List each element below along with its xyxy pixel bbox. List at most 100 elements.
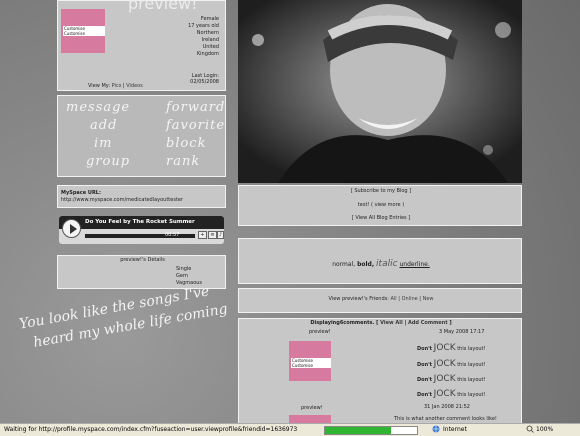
info-country: United bbox=[202, 44, 219, 50]
details-rows: Single Gem Vagmaous bbox=[176, 266, 202, 287]
videos-link[interactable]: Videos bbox=[126, 83, 143, 89]
profile-title: preview! bbox=[128, 0, 198, 13]
profile-photo[interactable]: Customise Customise bbox=[61, 9, 105, 53]
view-all-blog-label: View All Blog Entries bbox=[355, 215, 407, 221]
comment-this-layout: this layout! bbox=[457, 377, 486, 383]
info-region2: Ireland bbox=[201, 37, 219, 43]
comment-text-2: This is what another comment looks like! bbox=[394, 416, 497, 422]
list-icon[interactable]: ≡ bbox=[208, 231, 217, 239]
url-value[interactable]: http://www.myspace.com/medicatedlayoutte… bbox=[61, 197, 183, 203]
song-info: Do You Feel by The Rocket Summer bbox=[85, 219, 195, 225]
last-login-date: 02/05/2008 bbox=[190, 79, 219, 85]
song-artist: by The Rocket Summer bbox=[123, 219, 195, 225]
forward-link[interactable]: forward bbox=[166, 100, 225, 115]
contact-box: message forward add favorite im block gr… bbox=[57, 95, 226, 177]
comment-photo-label: Customise Customise bbox=[291, 358, 331, 368]
friends-box: View preview!'s Friends: All | Online | … bbox=[238, 288, 522, 313]
comment-dont: Don't bbox=[417, 377, 433, 383]
im-link[interactable]: im bbox=[94, 136, 113, 151]
friends-links: View preview!'s Friends: All | Online | … bbox=[328, 296, 434, 302]
play-button[interactable] bbox=[62, 219, 81, 238]
view-all-blog-link[interactable]: [ View All Blog Entries ] bbox=[239, 215, 523, 221]
view-my-label: View My: bbox=[88, 83, 111, 89]
info-age: 17 years old bbox=[188, 23, 219, 29]
profile-info: Female 17 years old Northern Ireland Uni… bbox=[188, 16, 219, 58]
comment-this-layout: this layout! bbox=[457, 346, 486, 352]
blog-entry-title[interactable]: test! bbox=[358, 202, 370, 208]
add-icon[interactable]: + bbox=[198, 231, 207, 239]
music-player: Do You Feel by The Rocket Summer 00:57 +… bbox=[59, 216, 224, 244]
comment-this-layout: this layout! bbox=[457, 392, 486, 398]
friends-all-link[interactable]: All bbox=[391, 296, 397, 302]
player-time: 00:57 bbox=[165, 232, 180, 238]
block-link[interactable]: block bbox=[166, 136, 206, 151]
comment-date: 3 May 2008 17:17 bbox=[439, 329, 485, 335]
hero-photo bbox=[238, 0, 522, 183]
view-my: View My: Pics | Videos bbox=[88, 83, 143, 89]
comment-author[interactable]: preview! bbox=[301, 405, 323, 411]
comment-dont: Don't bbox=[417, 392, 433, 398]
comment-this-layout: this layout! bbox=[457, 362, 486, 368]
comments-box: Displaying6comments. [ View All | Add Co… bbox=[238, 318, 522, 426]
sample-normal: normal, bbox=[332, 261, 356, 268]
browser-status-bar: Waiting for http://profile.myspace.com/i… bbox=[0, 423, 580, 436]
add-comment-link[interactable]: Add Comment bbox=[408, 320, 448, 326]
info-country2: Kingdom bbox=[196, 51, 219, 57]
view-more-link[interactable]: view more bbox=[375, 202, 401, 208]
comment-jock: JOCK bbox=[433, 374, 456, 384]
favorite-link[interactable]: favorite bbox=[166, 118, 225, 133]
music-note-icon[interactable]: ♪ bbox=[217, 231, 224, 239]
url-box: MySpace URL: http://www.myspace.com/medi… bbox=[57, 185, 226, 208]
status-box: normal, bold, italic underline. bbox=[238, 238, 522, 284]
security-zone: Internet bbox=[443, 426, 467, 433]
status-message: Waiting for http://profile.myspace.com/i… bbox=[4, 426, 298, 433]
photo-label: Customise Customise bbox=[63, 26, 105, 36]
blog-entry: test! ( view more ) bbox=[357, 202, 405, 208]
subscribe-blog-link[interactable]: [ Subscribe to my Blog ] bbox=[239, 188, 523, 194]
details-here-for: Gem bbox=[176, 273, 188, 279]
info-region: Northern bbox=[196, 30, 219, 36]
group-link[interactable]: group bbox=[86, 154, 130, 169]
comment-author[interactable]: preview! bbox=[309, 329, 331, 335]
rank-link[interactable]: rank bbox=[166, 154, 200, 169]
view-all-comments-link[interactable]: View All bbox=[380, 320, 403, 326]
hero-illustration bbox=[238, 0, 522, 183]
comment-jock: JOCK bbox=[433, 343, 456, 353]
internet-globe-icon bbox=[432, 425, 440, 433]
last-login: Last Login: 02/05/2008 bbox=[190, 73, 219, 85]
sample-underline: underline. bbox=[399, 261, 430, 268]
formatting-sample: normal, bold, italic underline. bbox=[239, 259, 523, 269]
zoom-icon[interactable] bbox=[526, 425, 534, 433]
comment-line-2: Don't JOCK this layout! bbox=[417, 359, 486, 369]
comment-line-4: Don't JOCK this layout! bbox=[417, 389, 486, 399]
comment-line-1: Don't JOCK this layout! bbox=[417, 343, 486, 353]
send-message-link[interactable]: message bbox=[66, 100, 130, 115]
sample-italic: italic bbox=[376, 259, 398, 269]
load-progress-fill bbox=[325, 427, 392, 434]
comments-heading-suffix: comments. bbox=[343, 320, 375, 326]
friends-new-link[interactable]: New bbox=[423, 296, 434, 302]
details-status: Single bbox=[176, 266, 192, 272]
comment-date: 31 Jan 2008 21:52 bbox=[424, 404, 470, 410]
details-heading: preview!'s Details bbox=[120, 257, 165, 263]
subscribe-blog-label: Subscribe to my Blog bbox=[354, 188, 408, 194]
profile-box: preview! Customise Customise Female 17 y… bbox=[57, 0, 226, 91]
player-title-bar: Do You Feel by The Rocket Summer bbox=[59, 216, 224, 229]
comment-author-photo[interactable]: Customise Customise bbox=[289, 341, 331, 381]
comments-heading-label: Displaying bbox=[310, 320, 340, 326]
comment-line-3: Don't JOCK this layout! bbox=[417, 374, 486, 384]
comment-jock: JOCK bbox=[433, 359, 456, 369]
comment-jock: JOCK bbox=[433, 389, 456, 399]
add-friend-link[interactable]: add bbox=[90, 118, 117, 133]
comments-heading: Displaying6comments. [ View All | Add Co… bbox=[310, 320, 452, 326]
comment-dont: Don't bbox=[417, 362, 433, 368]
zoom-level[interactable]: 100% bbox=[536, 426, 553, 433]
info-gender: Female bbox=[200, 16, 219, 22]
url-label: MySpace URL: bbox=[61, 190, 101, 196]
load-progress-bar bbox=[324, 426, 418, 435]
pics-link[interactable]: Pics bbox=[112, 83, 122, 89]
friends-online-link[interactable]: Online bbox=[402, 296, 418, 302]
song-title: Do You Feel bbox=[85, 219, 122, 225]
blog-box: [ Subscribe to my Blog ] test! ( view mo… bbox=[238, 185, 522, 226]
comment-dont: Don't bbox=[417, 346, 433, 352]
